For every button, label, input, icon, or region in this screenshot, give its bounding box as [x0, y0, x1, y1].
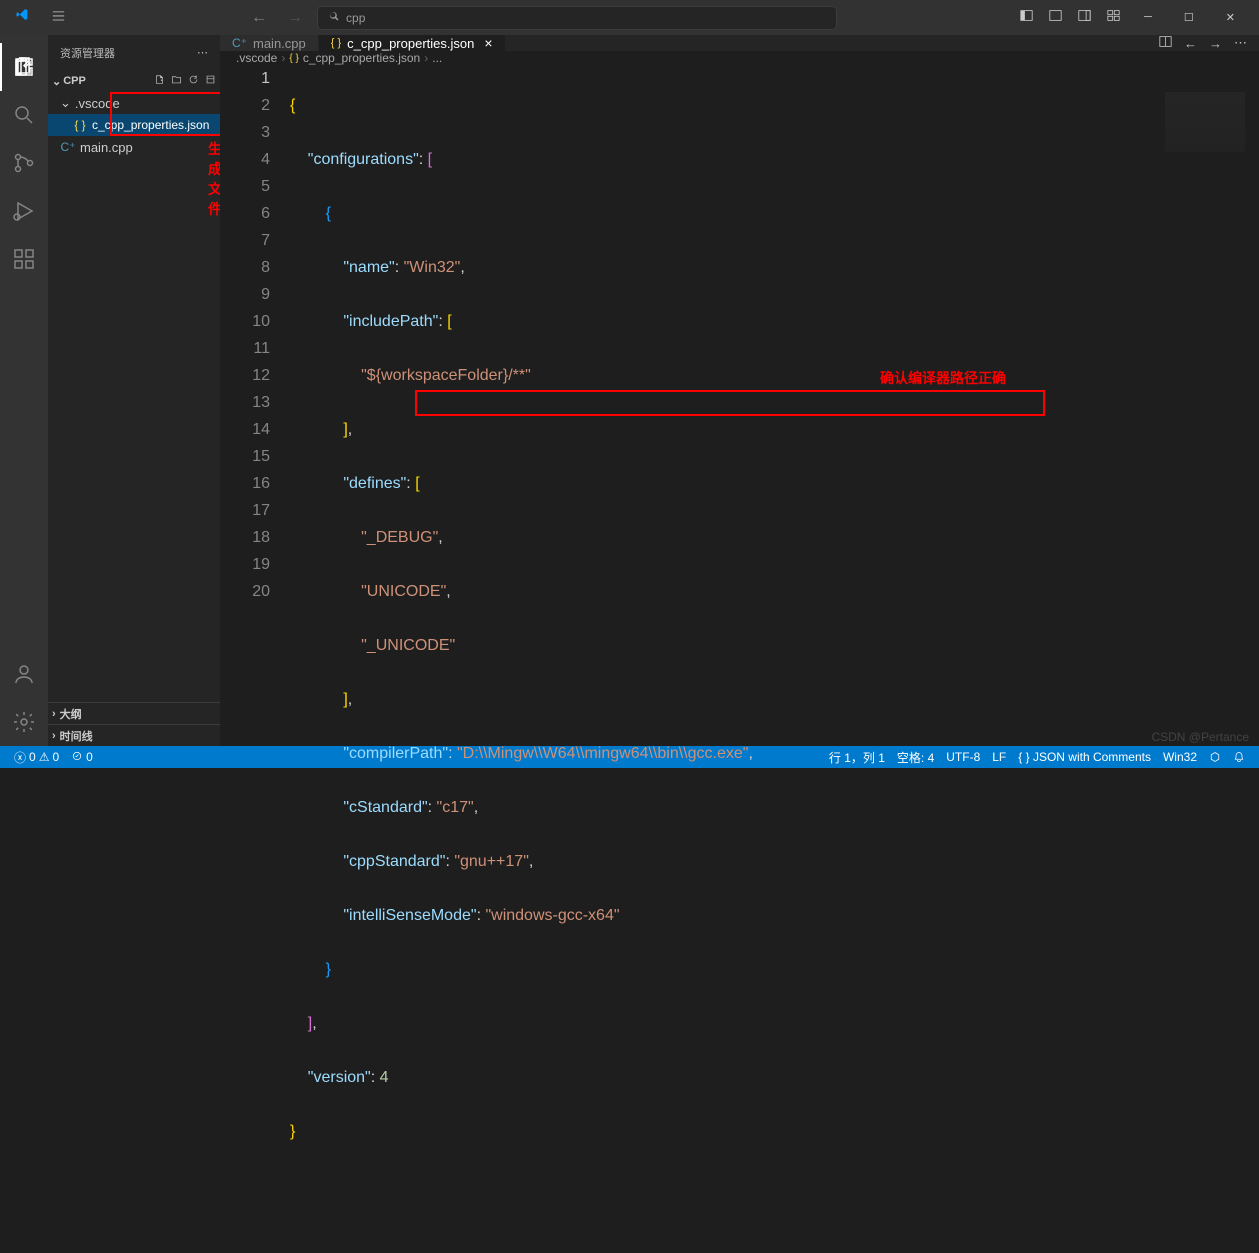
nav-back-button[interactable]: ← [245, 7, 273, 29]
editor-area: C⁺ main.cpp { } c_cpp_properties.json × … [220, 35, 1259, 746]
ports-icon [71, 750, 83, 765]
timeline-section[interactable]: › 时间线 [48, 724, 220, 746]
json-file-icon: { } [331, 37, 341, 49]
editor-next-icon[interactable]: → [1209, 36, 1222, 51]
root-name: CPP [63, 75, 86, 87]
line-gutter: 1 2 3 4 5 6 7 8 9 10 11 12 13 14 15 16 1… [220, 65, 290, 1253]
cpp-file-icon: C⁺ [232, 36, 247, 50]
code-content[interactable]: { "configurations": [ { "name": "Win32",… [290, 65, 1259, 1253]
explorer-title: 资源管理器 [60, 45, 115, 61]
file-label: main.cpp [80, 140, 133, 155]
explorer-icon[interactable] [0, 43, 48, 91]
editor-prev-icon[interactable]: ← [1184, 36, 1197, 51]
chevron-down-icon: ⌄ [52, 75, 61, 88]
layout-bottom-icon[interactable] [1041, 3, 1070, 32]
cpp-file-icon: C⁺ [60, 140, 76, 154]
maximize-button[interactable]: ☐ [1168, 3, 1210, 32]
tree-folder-vscode[interactable]: ⌄ .vscode [48, 92, 220, 114]
chevron-right-icon: › [424, 51, 428, 65]
run-debug-icon[interactable] [0, 187, 48, 235]
breadcrumbs[interactable]: .vscode › { } c_cpp_properties.json › ..… [220, 51, 1259, 65]
error-icon: ⓧ [14, 749, 26, 766]
breadcrumb-folder[interactable]: .vscode [236, 51, 277, 65]
tree-file-properties[interactable]: { } c_cpp_properties.json [48, 114, 220, 136]
activity-bar [0, 35, 48, 746]
timeline-label: 时间线 [60, 728, 93, 744]
collapse-icon[interactable] [205, 74, 216, 88]
code-editor[interactable]: 1 2 3 4 5 6 7 8 9 10 11 12 13 14 15 16 1… [220, 65, 1259, 1253]
search-tab-icon[interactable] [0, 91, 48, 139]
chevron-right-icon: › [52, 708, 56, 720]
minimap[interactable] [1165, 92, 1245, 152]
tab-label: c_cpp_properties.json [347, 36, 474, 51]
tab-label: main.cpp [253, 36, 306, 51]
breadcrumb-more[interactable]: ... [432, 51, 442, 65]
new-folder-icon[interactable] [171, 74, 182, 88]
close-button[interactable]: ✕ [1210, 3, 1251, 32]
layout-right-icon[interactable] [1070, 3, 1099, 32]
menu-icon[interactable] [52, 9, 70, 27]
status-errors[interactable]: ⓧ0 ⚠0 [8, 749, 65, 766]
json-file-icon: { } [72, 118, 88, 132]
explorer-more-icon[interactable]: ⋯ [197, 46, 208, 59]
chevron-right-icon: › [281, 51, 285, 65]
layout-left-icon[interactable] [1012, 3, 1041, 32]
search-icon [328, 10, 340, 25]
status-ports[interactable]: 0 [65, 750, 99, 765]
source-control-icon[interactable] [0, 139, 48, 187]
new-file-icon[interactable] [154, 74, 165, 88]
editor-more-icon[interactable]: ⋯ [1234, 35, 1247, 51]
settings-icon[interactable] [0, 698, 48, 746]
close-icon[interactable]: × [484, 35, 492, 51]
extensions-icon[interactable] [0, 235, 48, 283]
layout-grid-icon[interactable] [1099, 3, 1128, 32]
tree-file-main[interactable]: C⁺ main.cpp [48, 136, 220, 158]
folder-root[interactable]: ⌄ CPP [48, 70, 220, 92]
file-label: c_cpp_properties.json [92, 118, 209, 132]
account-icon[interactable] [0, 650, 48, 698]
explorer-sidebar: 资源管理器 ⋯ ⌄ CPP ⌄ .vscode { } c_cpp_proper… [48, 35, 220, 746]
warning-icon: ⚠ [39, 750, 50, 764]
vscode-icon [16, 8, 36, 28]
json-file-icon: { } [289, 53, 298, 64]
tab-properties[interactable]: { } c_cpp_properties.json × [319, 35, 506, 51]
outline-label: 大纲 [60, 706, 82, 722]
breadcrumb-file[interactable]: c_cpp_properties.json [303, 51, 420, 65]
search-text: cpp [346, 11, 365, 25]
command-center[interactable]: cpp [317, 6, 837, 30]
tab-main[interactable]: C⁺ main.cpp [220, 35, 319, 51]
split-editor-icon[interactable] [1159, 35, 1172, 51]
chevron-down-icon: ⌄ [60, 95, 71, 111]
titlebar: ← → cpp ─ ☐ ✕ [0, 0, 1259, 35]
nav-forward-button[interactable]: → [281, 7, 309, 29]
watermark: CSDN @Pertance [1151, 730, 1249, 744]
refresh-icon[interactable] [188, 74, 199, 88]
chevron-right-icon: › [52, 730, 56, 742]
minimize-button[interactable]: ─ [1128, 3, 1168, 32]
editor-tabs: C⁺ main.cpp { } c_cpp_properties.json × … [220, 35, 1259, 51]
outline-section[interactable]: › 大纲 [48, 702, 220, 724]
folder-label: .vscode [75, 96, 120, 111]
